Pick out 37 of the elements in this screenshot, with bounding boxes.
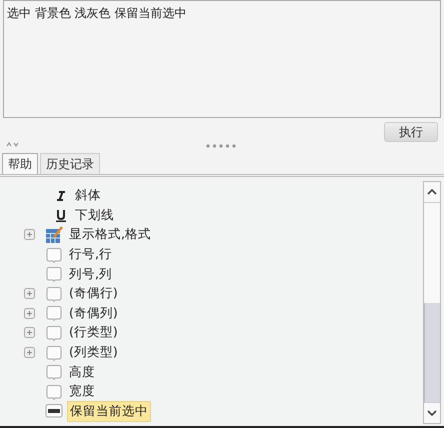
expand-icon[interactable]: [24, 327, 35, 338]
collapse-expand-icon[interactable]: [6, 140, 20, 148]
query-editor[interactable]: 选中 背景色 浅灰色 保留当前选中: [3, 0, 441, 118]
bool-icon: [45, 403, 63, 420]
expand-icon[interactable]: [24, 308, 35, 319]
expand-icon[interactable]: [24, 347, 35, 358]
tree-item[interactable]: 显示格式,格式: [67, 225, 153, 244]
scrollbar[interactable]: [423, 181, 441, 424]
tree-item[interactable]: 保留当前选中: [67, 400, 151, 422]
table-pencil-icon: [45, 226, 63, 244]
italic-icon: [55, 190, 67, 202]
tree-item[interactable]: 列号,列: [67, 264, 114, 284]
tree-item[interactable]: (列类型): [67, 343, 120, 362]
bubble-icon: [46, 305, 62, 322]
tab[interactable]: 历史记录: [40, 153, 100, 174]
bubble-icon: [46, 266, 62, 282]
splitter-handle[interactable]: [205, 144, 237, 148]
scroll-thumb[interactable]: [424, 302, 440, 402]
bubble-icon: [46, 324, 62, 341]
bubble-icon: [46, 384, 62, 400]
underline-icon: [55, 208, 67, 222]
run-button[interactable]: 执行: [384, 122, 438, 142]
expand-icon[interactable]: [24, 288, 35, 300]
tree-item[interactable]: (行类型): [67, 323, 120, 342]
expand-icon[interactable]: [24, 229, 35, 240]
bubble-icon: [46, 344, 62, 361]
tree-item[interactable]: 宽度: [67, 382, 97, 402]
tree-item[interactable]: 高度: [67, 362, 97, 382]
tree-item[interactable]: 下划线: [73, 206, 116, 225]
tree-item[interactable]: (奇偶列): [67, 304, 120, 323]
tree-item[interactable]: (奇偶行): [67, 284, 120, 304]
tree-item[interactable]: 斜体: [73, 186, 103, 206]
bubble-icon: [46, 364, 62, 380]
bubble-icon: [46, 246, 62, 263]
tree-item[interactable]: 行号,行: [67, 245, 114, 264]
tab[interactable]: 帮助: [2, 153, 38, 174]
bubble-icon: [46, 286, 62, 302]
